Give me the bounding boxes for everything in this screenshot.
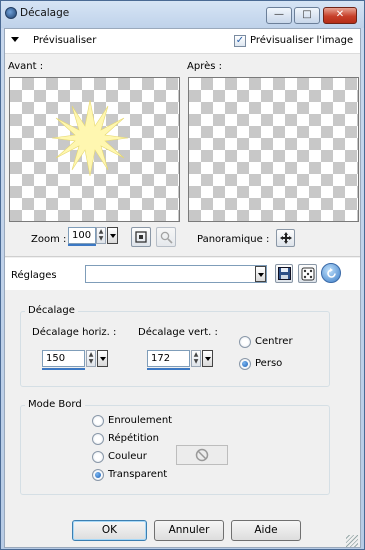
edge-mode-group	[20, 405, 330, 495]
zoom-underline	[68, 244, 96, 246]
magnifier-icon	[160, 231, 173, 244]
minimize-button[interactable]: —	[266, 7, 292, 24]
save-disk-icon	[278, 267, 291, 280]
vert-offset-spinner[interactable]: ▲ ▼	[191, 350, 201, 367]
perso-label[interactable]: Perso	[255, 358, 282, 369]
pan-label: Panoramique :	[197, 234, 270, 245]
presets-dropdown-button[interactable]	[255, 266, 266, 282]
vert-offset-input[interactable]: 172	[147, 350, 190, 367]
edge-label-transparent[interactable]: Transparent	[108, 469, 167, 480]
zoom-input[interactable]: 100	[68, 227, 96, 244]
edge-radio-transparent[interactable]	[92, 469, 104, 481]
horiz-offset-spinner[interactable]: ▲ ▼	[86, 350, 96, 367]
title-bar[interactable]: Décalage — □ ✕	[1, 1, 364, 28]
edge-radio-repeat[interactable]	[92, 433, 104, 445]
edge-color-swatch[interactable]	[176, 445, 228, 465]
app-icon	[5, 7, 17, 19]
edge-radio-color[interactable]	[92, 451, 104, 463]
horiz-offset-dropdown[interactable]	[97, 350, 108, 367]
edge-label-repeat[interactable]: Répétition	[108, 433, 159, 444]
collapse-arrow-icon[interactable]	[11, 37, 19, 42]
pan-button[interactable]	[276, 229, 295, 247]
before-preview[interactable]	[9, 77, 180, 222]
edge-label-wrap[interactable]: Enroulement	[108, 415, 172, 426]
horiz-offset-underline	[42, 368, 85, 370]
dialog-body: Prévisualiser ✓ Prévisualiser l'image Av…	[4, 28, 361, 548]
horiz-offset-input[interactable]: 150	[42, 350, 85, 367]
window-title: Décalage	[20, 7, 70, 19]
presets-label: Réglages	[11, 270, 57, 281]
resize-grip-icon[interactable]	[346, 535, 358, 547]
zoom-fit-button[interactable]	[131, 227, 151, 247]
vert-offset-dropdown[interactable]	[202, 350, 213, 367]
preview-image-checkbox[interactable]: ✓	[234, 35, 246, 47]
save-preset-button[interactable]	[275, 264, 293, 283]
reset-arrow-icon	[327, 268, 336, 278]
dialog-window: Décalage — □ ✕ Prévisualiser ✓ Prévisual…	[0, 0, 365, 550]
before-label: Avant :	[8, 61, 44, 72]
help-button[interactable]: Aide	[231, 520, 301, 541]
edge-radio-wrap[interactable]	[92, 415, 104, 427]
no-color-icon	[195, 448, 209, 462]
horiz-offset-label: Décalage horiz. :	[32, 327, 117, 338]
center-radio[interactable]	[239, 336, 251, 348]
preview-image-label[interactable]: Prévisualiser l'image	[250, 35, 353, 46]
ok-button[interactable]: OK	[72, 520, 147, 541]
separator	[5, 256, 360, 257]
preview-toggle-label[interactable]: Prévisualiser	[33, 35, 96, 46]
maximize-button[interactable]: □	[294, 7, 320, 24]
star-shape-icon	[51, 99, 129, 177]
edge-mode-group-label: Mode Bord	[25, 399, 85, 410]
presets-combo[interactable]	[85, 265, 267, 283]
vert-offset-underline	[147, 368, 190, 370]
perso-radio[interactable]	[239, 358, 251, 370]
zoom-label: Zoom :	[31, 234, 67, 245]
after-label: Après :	[187, 61, 222, 72]
reset-preset-button[interactable]	[321, 263, 341, 283]
edge-label-color[interactable]: Couleur	[108, 451, 147, 462]
fit-window-icon	[135, 231, 147, 243]
move-arrows-icon	[280, 232, 292, 244]
zoom-dropdown-button[interactable]	[107, 227, 118, 244]
after-preview[interactable]	[188, 77, 359, 222]
random-preset-button[interactable]	[298, 264, 317, 283]
zoom-tool-button[interactable]	[156, 227, 176, 247]
cancel-button[interactable]: Annuler	[154, 520, 224, 541]
offset-group-label: Décalage	[25, 305, 78, 316]
dice-icon	[301, 267, 315, 281]
vert-offset-label: Décalage vert. :	[138, 327, 218, 338]
close-button[interactable]: ✕	[323, 7, 357, 24]
zoom-spinner[interactable]: ▲ ▼	[96, 227, 106, 244]
preview-bar: Prévisualiser ✓ Prévisualiser l'image	[5, 29, 360, 54]
offset-group	[20, 311, 330, 387]
center-label[interactable]: Centrer	[255, 336, 293, 347]
